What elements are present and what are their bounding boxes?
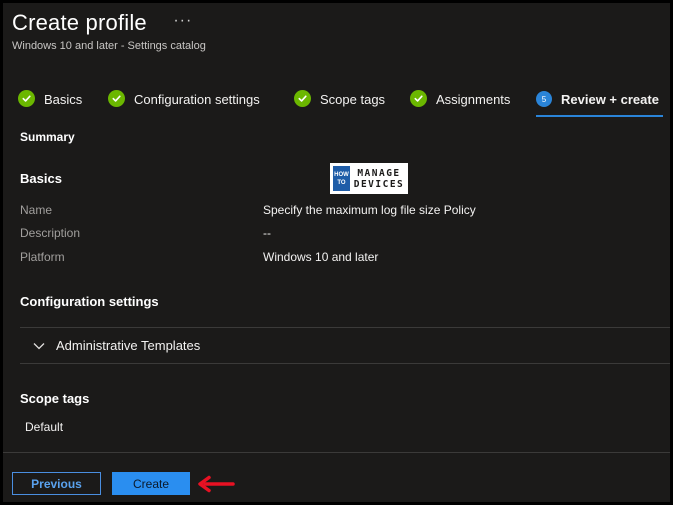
field-label-description: Description xyxy=(20,226,81,240)
check-circle-icon xyxy=(108,90,125,107)
tab-label: Scope tags xyxy=(320,92,386,107)
check-circle-icon xyxy=(18,90,35,107)
tab-label: Review + create xyxy=(561,92,659,107)
accordion-label: Administrative Templates xyxy=(56,338,201,353)
check-circle-icon xyxy=(410,90,427,107)
previous-button[interactable]: Previous xyxy=(12,472,101,495)
basics-heading: Basics xyxy=(20,171,62,186)
tab-configuration-settings[interactable]: Configuration settings xyxy=(108,89,260,117)
wizard-tabs: Basics Configuration settings Scope tags… xyxy=(18,89,670,117)
footer-divider xyxy=(3,452,670,453)
configuration-settings-heading: Configuration settings xyxy=(20,294,159,309)
tab-review-create[interactable]: 5 Review + create xyxy=(536,89,663,117)
tab-basics[interactable]: Basics xyxy=(18,89,82,117)
page-subtitle: Windows 10 and later - Settings catalog xyxy=(12,40,206,52)
logo-howto-block: HOW TO xyxy=(333,166,350,191)
field-label-platform: Platform xyxy=(20,250,65,264)
scope-tag-value: Default xyxy=(25,420,64,434)
field-value-platform: Windows 10 and later xyxy=(263,250,379,264)
field-value-name: Specify the maximum log file size Policy xyxy=(263,203,476,217)
howtomanagedevices-logo: HOW TO MANAGE DEVICES xyxy=(330,163,408,194)
field-label-name: Name xyxy=(20,203,53,217)
tab-assignments[interactable]: Assignments xyxy=(410,89,510,117)
create-profile-panel: Create profile ··· Windows 10 and later … xyxy=(3,3,670,502)
tab-label: Basics xyxy=(44,92,83,107)
create-button[interactable]: Create xyxy=(112,472,190,495)
tab-label: Assignments xyxy=(436,92,511,107)
logo-wordmark: MANAGE DEVICES xyxy=(353,167,405,190)
step-number-icon: 5 xyxy=(536,91,552,107)
field-value-description: -- xyxy=(263,226,271,240)
page-header: Create profile ··· Windows 10 and later … xyxy=(12,10,206,52)
summary-heading: Summary xyxy=(20,130,75,144)
more-options-icon[interactable]: ··· xyxy=(173,12,192,30)
chevron-down-icon xyxy=(33,342,45,349)
tab-label: Configuration settings xyxy=(134,92,260,107)
check-circle-icon xyxy=(294,90,311,107)
scope-tags-heading: Scope tags xyxy=(20,391,90,406)
tab-scope-tags[interactable]: Scope tags xyxy=(294,89,385,117)
administrative-templates-accordion[interactable]: Administrative Templates xyxy=(20,327,670,364)
red-arrow-annotation-icon xyxy=(198,475,235,493)
page-title: Create profile xyxy=(12,10,147,35)
